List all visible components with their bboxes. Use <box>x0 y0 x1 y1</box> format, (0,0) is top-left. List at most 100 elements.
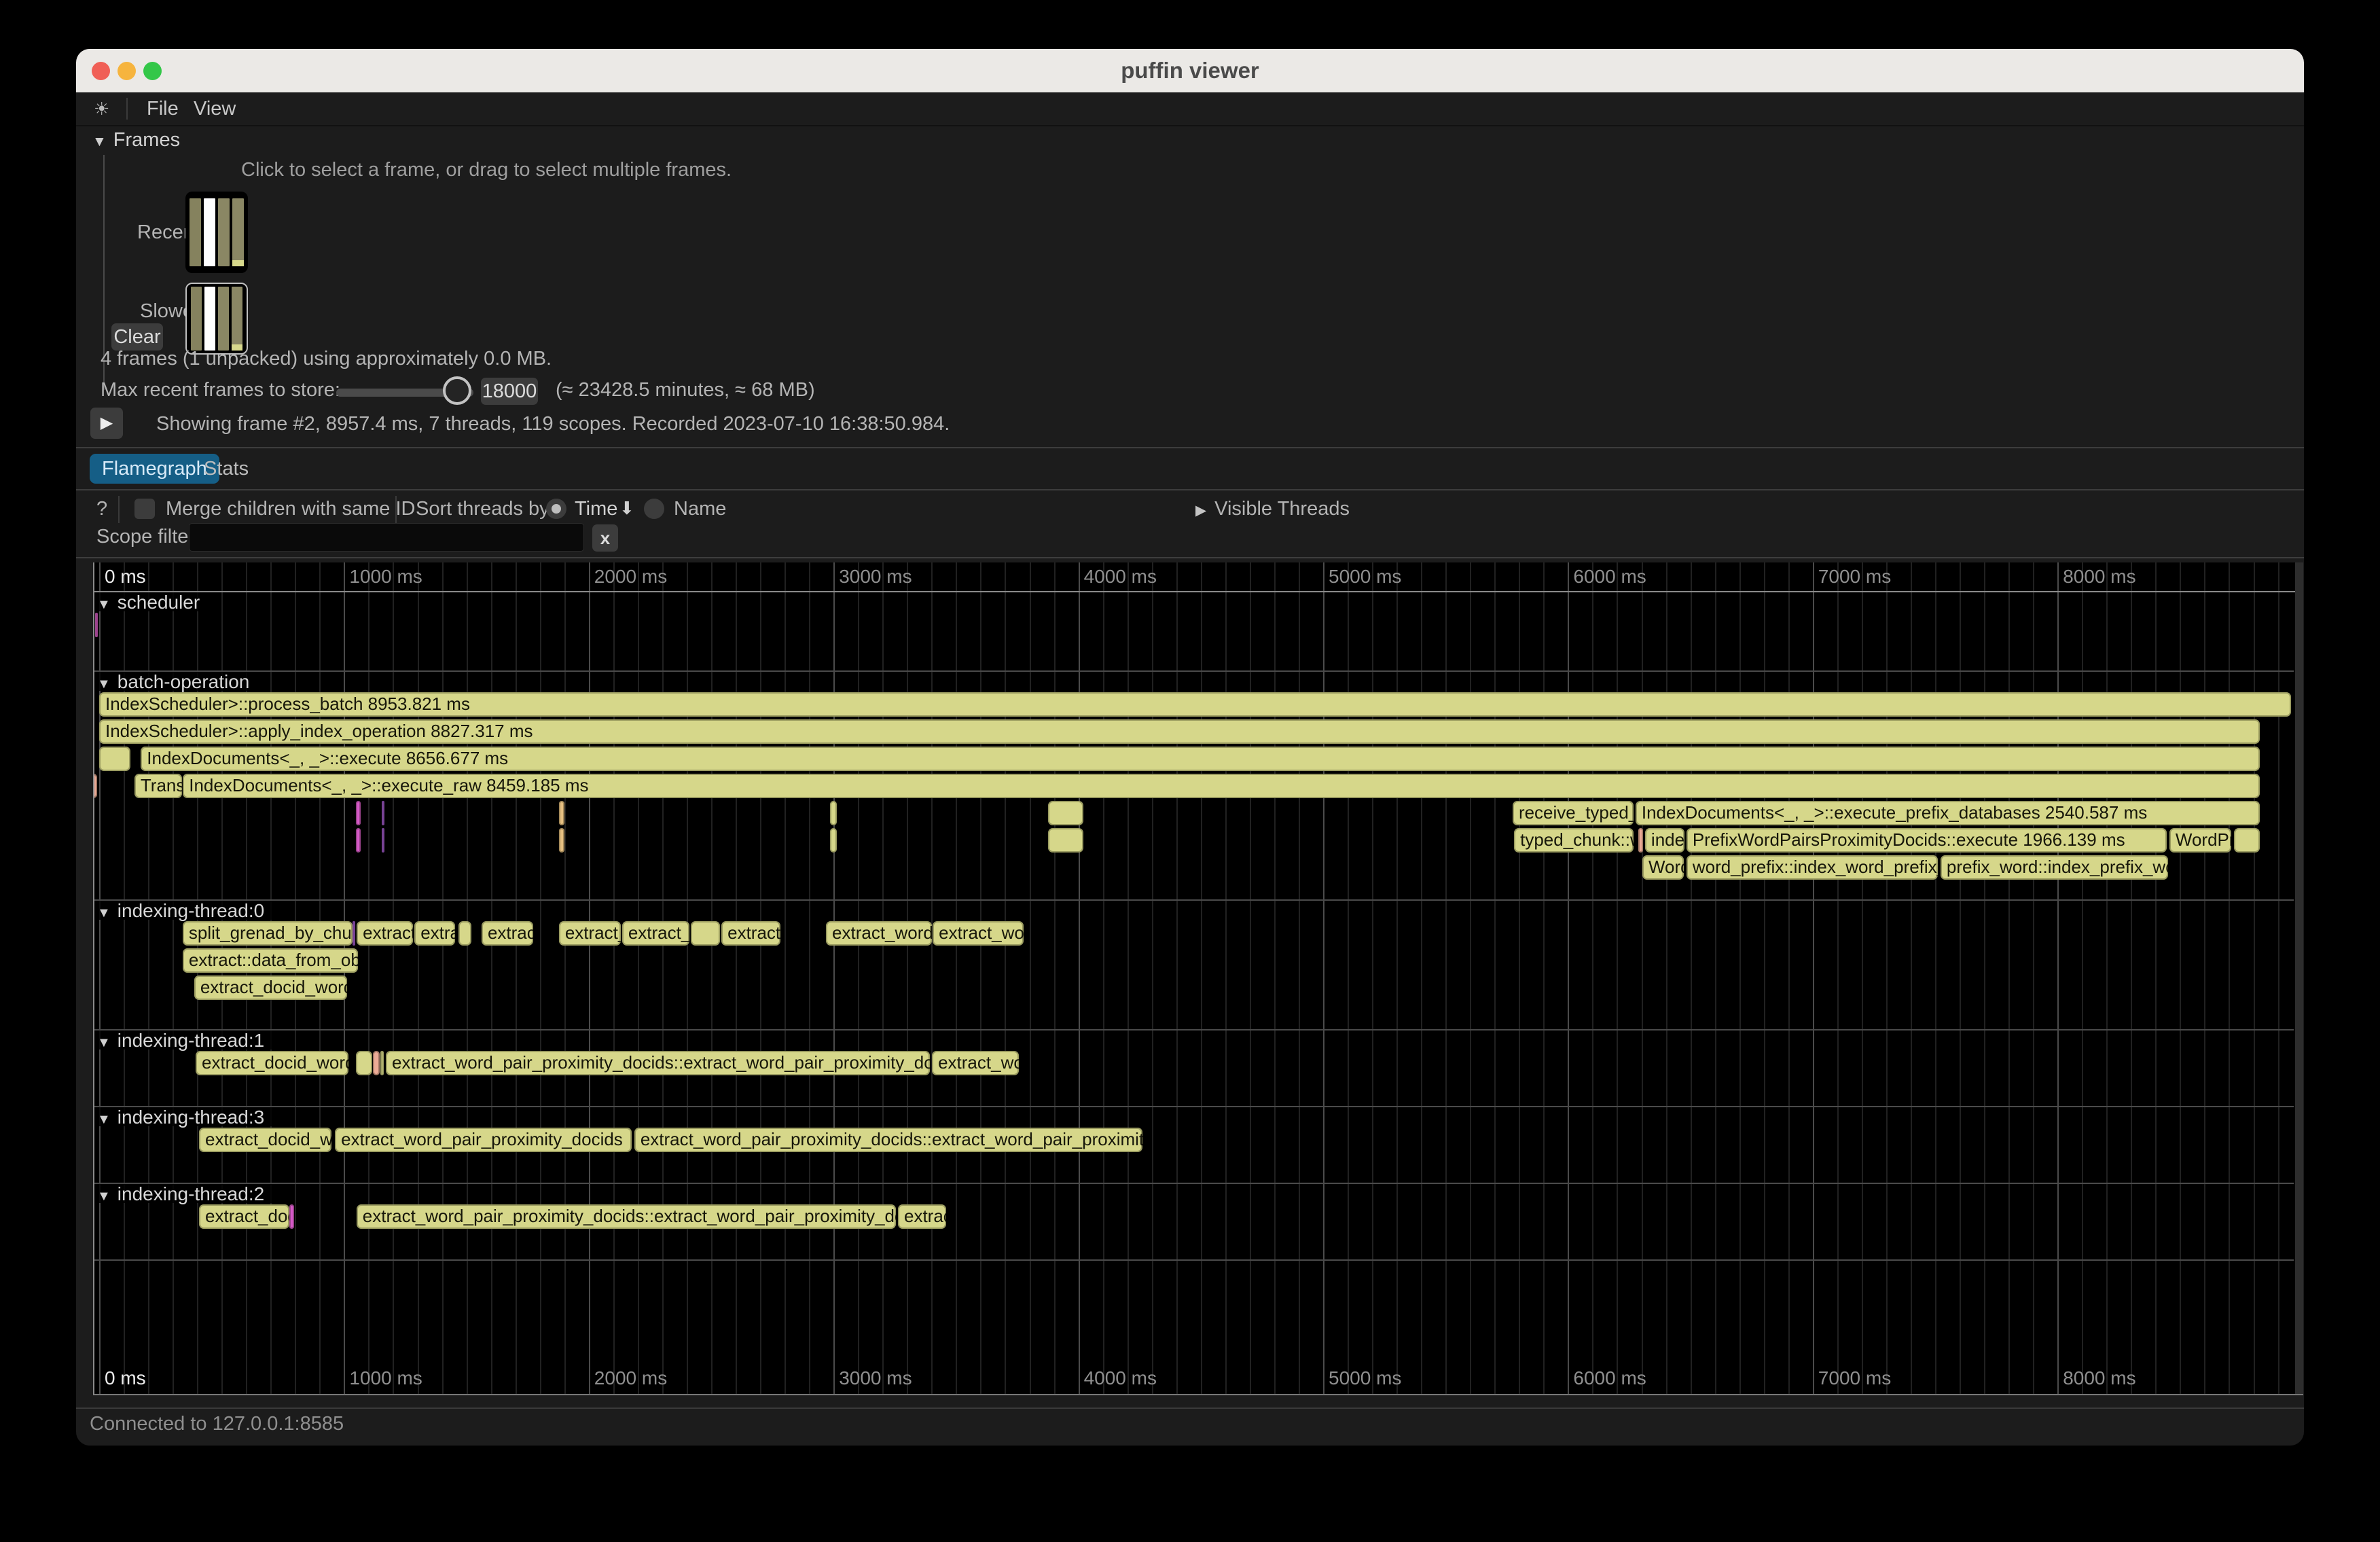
scope-bar[interactable] <box>94 774 97 798</box>
scope-bar[interactable]: extract_word_pair_proximity_docids::extr… <box>357 1204 896 1229</box>
scope-bar[interactable] <box>356 828 361 853</box>
scope-bar[interactable]: extract_docid_word <box>196 1051 348 1075</box>
scope-bar[interactable]: extrac <box>482 921 533 946</box>
frame-bar[interactable] <box>204 287 215 351</box>
thread-header-scheduler[interactable]: ▼scheduler <box>94 592 209 611</box>
scope-bar[interactable] <box>380 1051 384 1075</box>
scope-bar[interactable] <box>2234 828 2260 853</box>
scope-bar[interactable]: extract_wo <box>933 921 1024 946</box>
scope-bar[interactable]: split_grenad_by_chun <box>183 921 353 946</box>
scope-bar[interactable] <box>1638 828 1643 853</box>
frame-bar[interactable] <box>191 287 202 351</box>
menu-view[interactable]: View <box>194 92 236 125</box>
thread-header-indexing-thread:0[interactable]: ▼indexing-thread:0 <box>94 901 274 920</box>
scope-bar[interactable] <box>559 801 564 825</box>
scope-bar[interactable]: extract::data_from_ob <box>183 948 358 973</box>
scope-bar[interactable]: PrefixWordPairsProximityDocids::execute … <box>1687 828 2167 853</box>
scope-bar[interactable] <box>356 1051 372 1075</box>
frame-bar[interactable] <box>190 198 201 266</box>
scope-bar[interactable]: typed_chunk::w <box>1514 828 1634 853</box>
frame-bar[interactable] <box>232 198 244 266</box>
max-frames-note: (≈ 23428.5 minutes, ≈ 68 MB) <box>556 379 815 401</box>
scope-bar[interactable]: IndexScheduler>::apply_index_operation 8… <box>99 719 2260 744</box>
scope-bar[interactable]: index <box>1645 828 1684 853</box>
scope-bar[interactable]: prefix_word::index_prefix_wo <box>1941 855 2168 880</box>
scope-bar[interactable] <box>830 801 837 825</box>
scope-bar[interactable] <box>289 1204 294 1229</box>
recent-frame-thumbnail[interactable] <box>185 192 248 273</box>
scope-bar[interactable]: extract_docid_word <box>199 1128 331 1152</box>
scope-bar[interactable] <box>691 921 720 946</box>
scope-bar[interactable]: IndexScheduler>::process_batch 8953.821 … <box>99 692 2291 717</box>
scope-bar[interactable] <box>1048 801 1083 825</box>
scope-bar[interactable]: IndexDocuments<_, _>::execute 8656.677 m… <box>141 747 2260 771</box>
scope-bar[interactable]: extract_word_pair_proximity_docids::extr… <box>386 1051 930 1075</box>
scope-bar[interactable]: IndexDocuments<_, _>::execute_prefix_dat… <box>1636 801 2260 825</box>
sort-time-radio[interactable] <box>546 499 566 519</box>
sort-direction-arrow-icon[interactable]: ⬇ <box>619 498 634 519</box>
clear-button[interactable]: Clear <box>111 323 163 351</box>
merge-children-checkbox[interactable] <box>134 499 155 519</box>
scope-bar[interactable] <box>458 921 471 946</box>
scope-bar[interactable] <box>356 801 361 825</box>
menu-file[interactable]: File <box>147 92 179 125</box>
thread-header-indexing-thread:2[interactable]: ▼indexing-thread:2 <box>94 1184 274 1203</box>
flamegraph-row: split_grenad_by_chunextractextraextracex… <box>94 920 2294 948</box>
title-bar[interactable]: puffin viewer <box>76 49 2304 92</box>
flamegraph-panel[interactable]: 0 ms1000 ms2000 ms3000 ms4000 ms5000 ms6… <box>93 562 2303 1395</box>
scope-bar[interactable] <box>99 747 130 771</box>
frame-bar[interactable] <box>204 198 215 266</box>
scope-bar[interactable] <box>382 801 384 825</box>
scope-bar[interactable]: extrac <box>898 1204 946 1229</box>
max-frames-value[interactable]: 18000 <box>481 378 538 405</box>
scope-bar[interactable]: extract <box>357 921 413 946</box>
frame-bar[interactable] <box>218 198 230 266</box>
max-frames-slider-knob[interactable] <box>443 376 471 405</box>
flamegraph-row: TransIndexDocuments<_, _>::execute_raw 8… <box>94 773 2294 800</box>
thread-section-scheduler: ▼scheduler <box>94 592 2294 672</box>
vertical-scrollbar[interactable] <box>2295 562 2303 1394</box>
sort-name-radio[interactable] <box>644 499 664 519</box>
scope-bar[interactable]: IndexDocuments<_, _>::execute_raw 8459.1… <box>183 774 2260 798</box>
sort-name-label[interactable]: Name <box>674 498 726 520</box>
sort-time-label[interactable]: Time <box>575 498 617 520</box>
thread-header-indexing-thread:1[interactable]: ▼indexing-thread:1 <box>94 1030 274 1050</box>
scope-bar[interactable]: extract_word <box>826 921 932 946</box>
scope-bar[interactable] <box>382 828 384 853</box>
tab-stats[interactable]: Stats <box>192 454 261 484</box>
scope-bar[interactable] <box>1048 828 1083 853</box>
scope-bar[interactable] <box>373 1051 380 1075</box>
scope-bar[interactable]: extra <box>414 921 455 946</box>
scope-bar[interactable]: WordPr <box>2169 828 2231 853</box>
play-button[interactable]: ▶ <box>90 408 123 439</box>
thread-header-indexing-thread:3[interactable]: ▼indexing-thread:3 <box>94 1107 274 1126</box>
scope-bar[interactable]: extract_ <box>559 921 621 946</box>
frame-bar[interactable] <box>218 287 229 351</box>
scope-bar[interactable] <box>559 828 564 853</box>
frames-collapsible-header[interactable]: ▼Frames <box>92 129 180 151</box>
scope-bar[interactable]: extract_ <box>622 921 689 946</box>
scope-bar[interactable] <box>830 828 837 853</box>
scope-bar[interactable]: extract <box>721 921 780 946</box>
frame-bar[interactable] <box>232 287 242 351</box>
scope-bar[interactable]: word_prefix::index_word_prefix_ <box>1687 855 1938 880</box>
scope-bar[interactable]: extract_wo <box>932 1051 1019 1075</box>
scope-filter-input[interactable] <box>189 523 584 552</box>
scope-bar[interactable]: extract_docid_word <box>194 975 347 1000</box>
scope-bar[interactable]: Trans <box>134 774 182 798</box>
help-button[interactable]: ? <box>96 498 107 520</box>
visible-threads-collapsible[interactable]: ▶Visible Threads <box>1195 498 1350 520</box>
axis-tick-label: 2000 ms <box>594 566 667 588</box>
scope-bar[interactable]: extract_word_pair_proximity_docids <box>335 1128 632 1152</box>
clear-filter-button[interactable]: x <box>592 524 618 552</box>
scope-bar[interactable]: Word <box>1642 855 1684 880</box>
scope-bar[interactable]: extract_word_pair_proximity_docids::extr… <box>634 1128 1142 1152</box>
scope-bar[interactable]: extract_doc <box>199 1204 289 1229</box>
flamegraph-controls-row: ? Merge children with same ID Sort threa… <box>76 495 2304 524</box>
slowest-frame-thumbnail[interactable] <box>185 283 248 355</box>
scope-bar[interactable] <box>353 921 355 946</box>
scope-bar[interactable] <box>95 613 98 637</box>
thread-header-batch-operation[interactable]: ▼batch-operation <box>94 672 259 691</box>
scope-bar[interactable]: receive_typed_ <box>1513 801 1634 825</box>
theme-sun-icon[interactable]: ☀ <box>94 92 109 125</box>
